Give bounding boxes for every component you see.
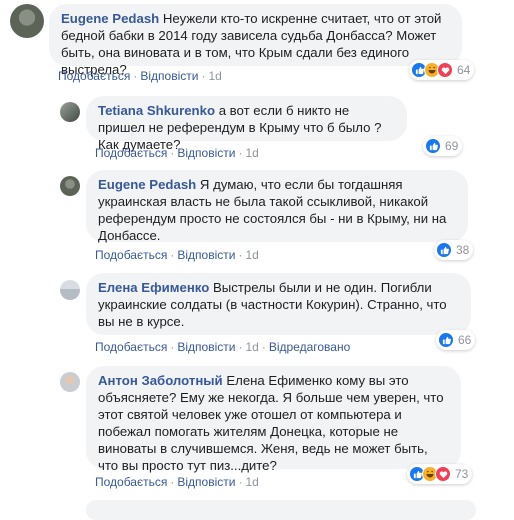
reaction-summary[interactable]: 69 (423, 136, 463, 156)
comment-bubble-partial (86, 500, 476, 520)
avatar[interactable] (60, 102, 80, 122)
like-link[interactable]: Подобається (95, 248, 167, 262)
like-link[interactable]: Подобається (58, 69, 130, 83)
reaction-count: 69 (445, 139, 459, 153)
reply-link[interactable]: Відповісти (177, 248, 235, 262)
reaction-summary[interactable]: 38 (434, 240, 474, 260)
like-reaction-icon (425, 138, 441, 154)
like-link[interactable]: Подобається (95, 475, 167, 489)
reaction-summary[interactable]: 64 (409, 60, 475, 80)
avatar[interactable] (60, 372, 80, 392)
comment-bubble: Антон Заболотный Елена Ефименко кому вы … (86, 366, 461, 473)
comment-bubble: Елена Ефименко Выстрелы были и не один. … (86, 273, 471, 335)
comment-bubble: Tetiana Shkurenko а вот если б никто не … (86, 96, 407, 152)
comment-actions: Подобається · Відповісти · 1d (95, 146, 259, 160)
comment-actions: Подобається · Відповісти · 1d (95, 248, 259, 262)
comment-author[interactable]: Антон Заболотный (98, 373, 223, 388)
timestamp[interactable]: 1d (208, 69, 221, 83)
reaction-count: 38 (456, 243, 470, 257)
like-reaction-icon (436, 242, 452, 258)
like-link[interactable]: Подобається (95, 340, 167, 354)
reply-link[interactable]: Відповісти (177, 475, 235, 489)
comment-text: Елена Ефименко кому вы это объясняете? Е… (98, 373, 444, 473)
comment-bubble: Eugene Pedash Я думаю, что если бы тогда… (86, 170, 468, 243)
reaction-summary[interactable]: 66 (436, 330, 476, 350)
timestamp[interactable]: 1d (245, 475, 258, 489)
love-reaction-icon (437, 62, 453, 78)
avatar[interactable] (10, 4, 44, 38)
timestamp[interactable]: 1d (245, 248, 258, 262)
avatar[interactable] (60, 280, 80, 300)
reply-link[interactable]: Відповісти (177, 340, 235, 354)
avatar[interactable] (60, 176, 80, 196)
comment-bubble: Eugene Pedash Неужели кто-то искренне сч… (49, 4, 462, 77)
edited-link[interactable]: Відредаговано (269, 340, 350, 354)
reaction-count: 64 (457, 63, 471, 77)
reaction-summary[interactable]: 73 (407, 464, 473, 484)
reaction-count: 66 (458, 333, 472, 347)
comment-actions: Подобається · Відповісти · 1d (95, 475, 259, 489)
comment-actions: Подобається · Відповісти · 1d (58, 69, 222, 83)
comment-actions: Подобається · Відповісти · 1d · Відредаговано (95, 340, 351, 354)
reply-link[interactable]: Відповісти (177, 146, 235, 160)
timestamp[interactable]: 1d (245, 340, 258, 354)
comment-author[interactable]: Tetiana Shkurenko (98, 103, 215, 118)
love-reaction-icon (435, 466, 451, 482)
reaction-count: 73 (455, 467, 469, 481)
comment-author[interactable]: Елена Ефименко (98, 280, 209, 295)
like-link[interactable]: Подобається (95, 146, 167, 160)
comment-author[interactable]: Eugene Pedash (61, 11, 159, 26)
like-reaction-icon (438, 332, 454, 348)
comment-author[interactable]: Eugene Pedash (98, 177, 196, 192)
timestamp[interactable]: 1d (245, 146, 258, 160)
reply-link[interactable]: Відповісти (140, 69, 198, 83)
